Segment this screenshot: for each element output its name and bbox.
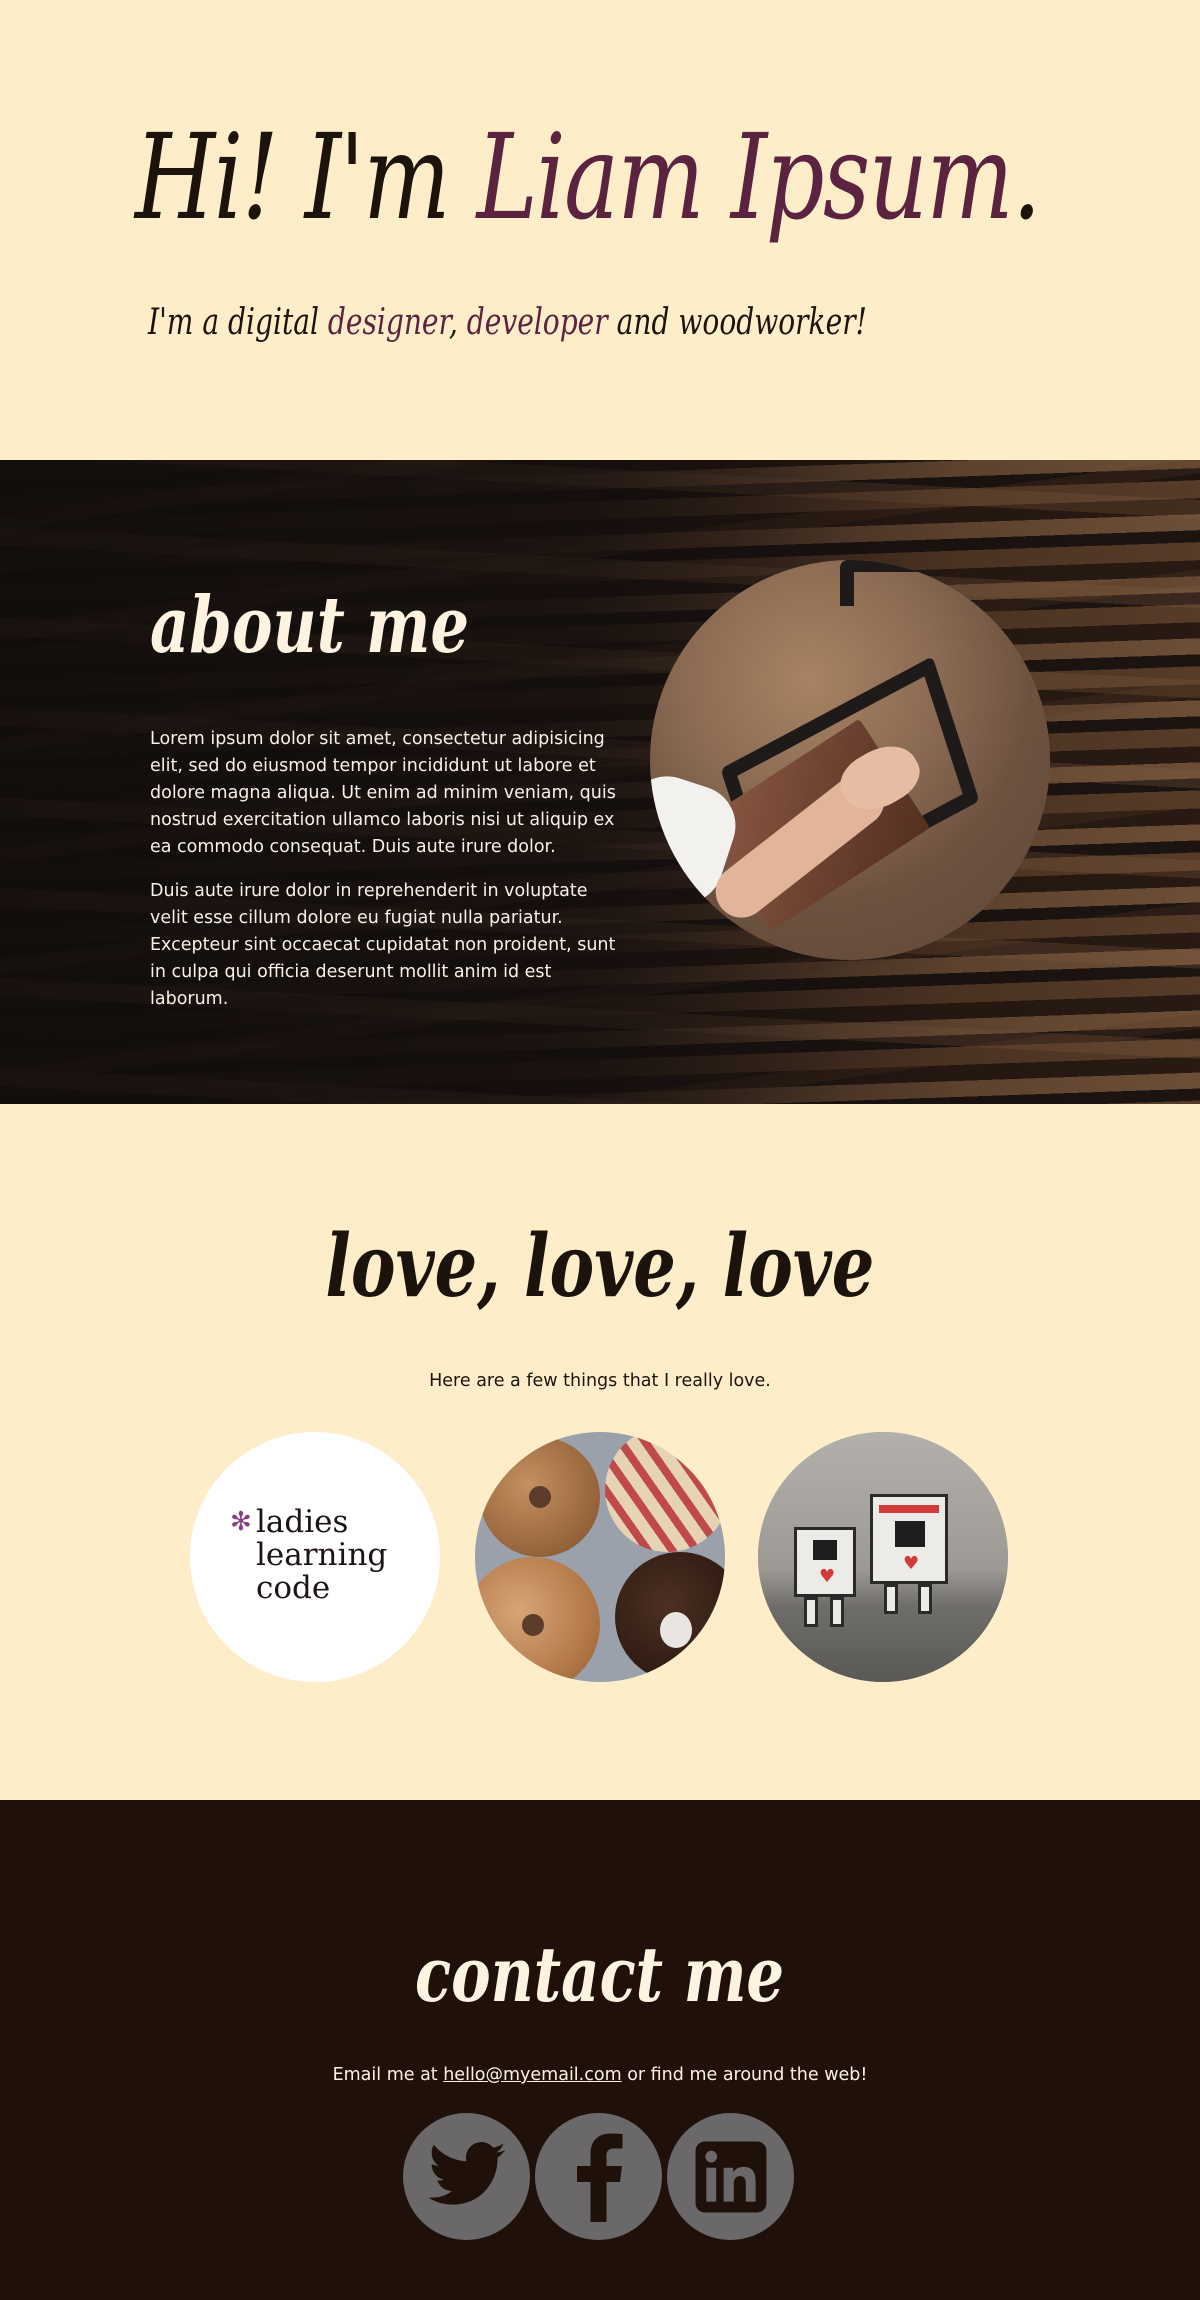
donut <box>480 1437 600 1557</box>
about-paragraph: Duis aute irure dolor in reprehenderit i… <box>150 881 616 1009</box>
logo-line: learning <box>256 1537 388 1573</box>
love-heading: love, love, love <box>0 1216 1200 1317</box>
logo-line: code <box>256 1570 331 1606</box>
hero-sub-prefix: I'm a digital <box>148 302 328 343</box>
robot-stripe <box>879 1505 939 1513</box>
about-heading: about me <box>150 580 470 671</box>
robot-left: ♥ <box>794 1527 856 1597</box>
hero-subtitle: I'm a digital designer, developer and wo… <box>148 302 867 343</box>
robot-screen <box>895 1521 925 1547</box>
asterisk-icon: ✻ <box>230 1507 252 1537</box>
hero-title-prefix: Hi! I'm <box>135 108 477 246</box>
donut-hole <box>529 1486 551 1508</box>
donut <box>605 1432 725 1552</box>
hero-title: Hi! I'm Liam Ipsum. <box>135 118 1041 236</box>
contact-heading: contact me <box>0 1930 1200 2019</box>
robot-right: ♥ <box>870 1494 948 1584</box>
twitter-link[interactable] <box>403 2113 530 2240</box>
hero-name: Liam Ipsum <box>476 108 1014 246</box>
hero-title-suffix: . <box>1012 108 1041 246</box>
hero-sub-separator: , <box>448 302 467 343</box>
facebook-icon <box>576 2133 622 2222</box>
donut-glint <box>660 1612 692 1648</box>
about-text: Lorem ipsum dolor sit amet, consectetur … <box>150 726 630 1013</box>
hero-sub-suffix: and woodworker! <box>607 302 867 343</box>
donut <box>615 1552 725 1682</box>
hero-section: Hi! I'm Liam Ipsum. I'm a digital design… <box>0 0 1200 460</box>
hero-role-designer: designer <box>327 302 449 343</box>
facebook-link[interactable] <box>535 2113 662 2240</box>
woodworking-photo <box>650 560 1050 960</box>
hero-role-developer: developer <box>466 302 608 343</box>
robot-leg <box>830 1597 844 1627</box>
linkedin-link[interactable] <box>667 2113 794 2240</box>
email-link[interactable]: hello@myemail.com <box>443 2065 621 2085</box>
heart-icon: ♥ <box>903 1553 920 1574</box>
love-section: love, love, love Here are a few things t… <box>0 1104 1200 1800</box>
robot-screen <box>813 1540 837 1560</box>
robot-leg <box>918 1584 932 1614</box>
love-subtitle: Here are a few things that I really love… <box>429 1371 771 1391</box>
donuts-photo[interactable] <box>475 1432 725 1682</box>
social-links <box>403 2113 794 2240</box>
linkedin-icon <box>695 2141 766 2212</box>
contact-heading-text: contact me <box>415 1930 785 2019</box>
twitter-icon <box>428 2141 505 2205</box>
about-section: about me Lorem ipsum dolor sit amet, con… <box>0 460 1200 1104</box>
ladies-learning-code-logo[interactable]: ✻ ladies learning code <box>190 1432 440 1682</box>
donut <box>475 1557 600 1682</box>
clamp-shape <box>840 560 1040 606</box>
logo-text: ladies learning code <box>256 1506 387 1605</box>
love-heading-text: love, love, love <box>325 1216 875 1317</box>
about-paragraph: Lorem ipsum dolor sit amet, consectetur … <box>150 729 616 857</box>
contact-line: Email me at hello@myemail.com or find me… <box>0 2065 1200 2085</box>
contact-suffix: or find me around the web! <box>621 2065 868 2085</box>
logo-line: ladies <box>256 1504 349 1540</box>
donut-hole <box>521 1613 544 1636</box>
contact-section: contact me Email me at hello@myemail.com… <box>0 1800 1200 2300</box>
robot-leg <box>804 1597 818 1627</box>
heart-icon: ♥ <box>819 1566 836 1587</box>
contact-prefix: Email me at <box>332 2065 444 2085</box>
robot-leg <box>884 1584 898 1614</box>
robot-street-art-photo[interactable]: ♥ ♥ <box>758 1432 1008 1682</box>
